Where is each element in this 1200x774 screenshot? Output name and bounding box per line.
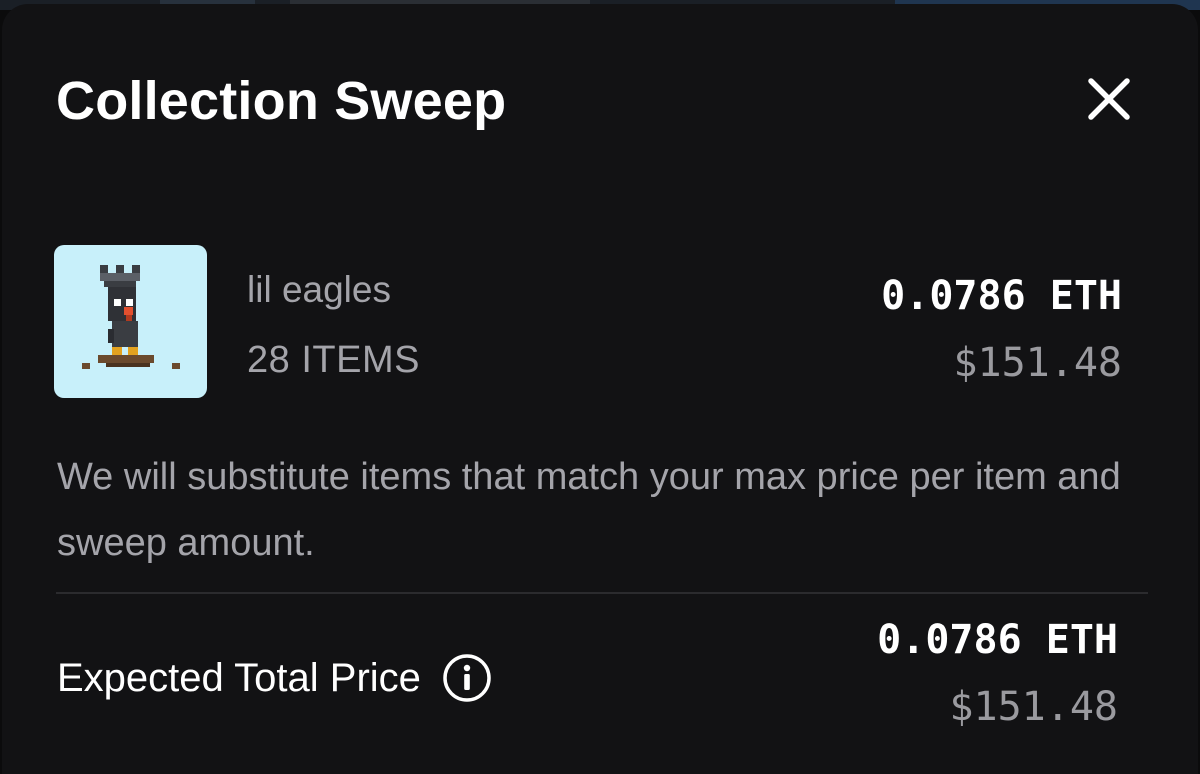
sweep-item-row: lil eagles 28 ITEMS 0.0786 ETH $151.48 — [54, 245, 1144, 405]
item-price-eth: 0.0786 ETH — [881, 273, 1122, 319]
total-price-eth: 0.0786 ETH — [877, 617, 1118, 663]
pixel-eagle-avatar — [82, 265, 180, 369]
info-button[interactable] — [441, 652, 493, 704]
item-price-usd: $151.48 — [953, 340, 1122, 386]
substitution-note: We will substitute items that match your… — [57, 456, 1121, 564]
modal-title: Collection Sweep — [56, 71, 507, 131]
total-price-label-row: Expected Total Price — [57, 652, 493, 704]
close-icon — [1088, 78, 1130, 120]
collection-name[interactable]: lil eagles — [247, 269, 391, 311]
item-count: 28 ITEMS — [247, 339, 420, 381]
collection-sweep-modal: Collection Sweep lil eagles 28 ITEMS 0.0… — [2, 4, 1198, 774]
info-icon — [443, 654, 491, 702]
divider — [56, 592, 1148, 594]
close-button[interactable] — [1074, 64, 1144, 134]
collection-thumbnail — [54, 245, 207, 398]
total-price-usd: $151.48 — [949, 684, 1118, 730]
total-price-label: Expected Total Price — [57, 655, 421, 700]
